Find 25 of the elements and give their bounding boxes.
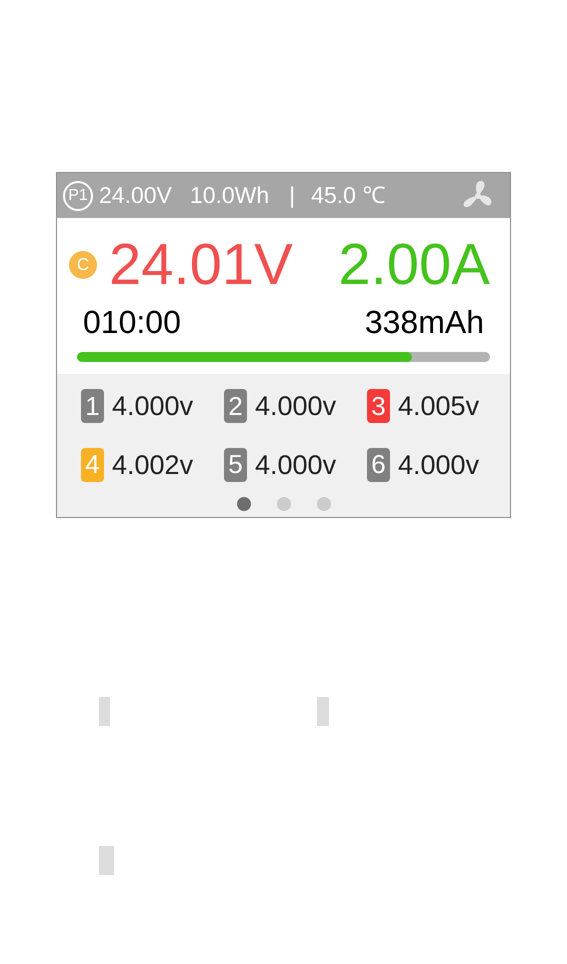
cell-number: 6 [367, 448, 390, 482]
cell-voltage: 4.005v [398, 390, 480, 423]
placeholder-bar [99, 697, 110, 726]
output-voltage: 24.01V [109, 236, 293, 294]
elapsed-time: 010:00 [83, 306, 181, 338]
profile-badge: P1 [63, 180, 93, 210]
cell-number: 1 [81, 389, 104, 424]
output-current: 2.00A [338, 236, 490, 294]
separator: | [289, 181, 296, 210]
mode-badge: C [69, 251, 97, 279]
cell-voltage: 4.000v [255, 390, 336, 423]
cell-voltage: 4.002v [112, 448, 194, 482]
cell-number: 4 [81, 448, 104, 482]
cell-voltage: 4.000v [255, 448, 336, 482]
charged-capacity: 338mAh [364, 306, 484, 338]
cell-number: 5 [224, 448, 247, 482]
placeholder-bar [317, 697, 329, 726]
cell-number: 2 [224, 389, 247, 424]
placeholder-bar [99, 846, 114, 875]
temperature: 45.0 ℃ [311, 181, 386, 210]
energy: 10.0Wh [190, 181, 270, 210]
cell-voltage: 4.000v [112, 390, 194, 423]
cell-voltage: 4.000v [398, 448, 480, 482]
input-voltage: 24.00V [99, 181, 172, 210]
cell-number: 3 [367, 389, 390, 424]
